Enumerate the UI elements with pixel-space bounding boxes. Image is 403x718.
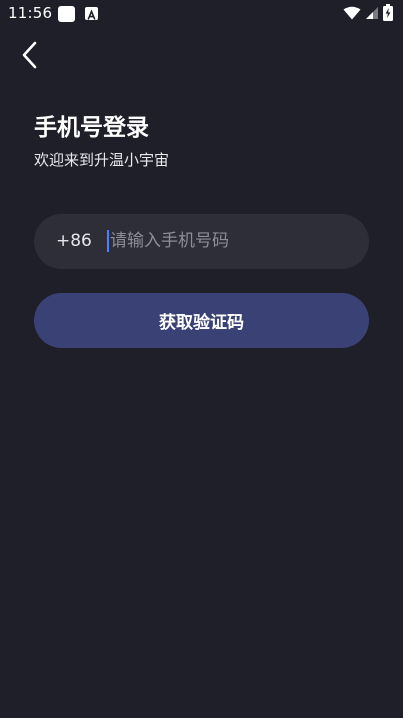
- app-notification-icon: [58, 6, 75, 22]
- back-button[interactable]: [14, 40, 46, 74]
- phone-input-container[interactable]: +86: [34, 214, 369, 269]
- page-title: 手机号登录: [34, 115, 149, 141]
- page-subtitle: 欢迎来到升温小宇宙: [34, 151, 170, 169]
- status-time: 11:56: [8, 4, 53, 22]
- get-verification-code-button[interactable]: 获取验证码: [34, 293, 369, 348]
- cellular-signal-icon: [365, 5, 379, 24]
- battery-charging-icon: [383, 3, 393, 25]
- phone-input[interactable]: [106, 226, 355, 256]
- app-a-icon: [85, 7, 98, 20]
- country-code[interactable]: +86: [56, 231, 92, 251]
- status-bar: 11:56: [0, 0, 403, 28]
- status-icons: [343, 3, 393, 25]
- wifi-icon: [343, 5, 361, 24]
- chevron-left-icon: [20, 40, 40, 74]
